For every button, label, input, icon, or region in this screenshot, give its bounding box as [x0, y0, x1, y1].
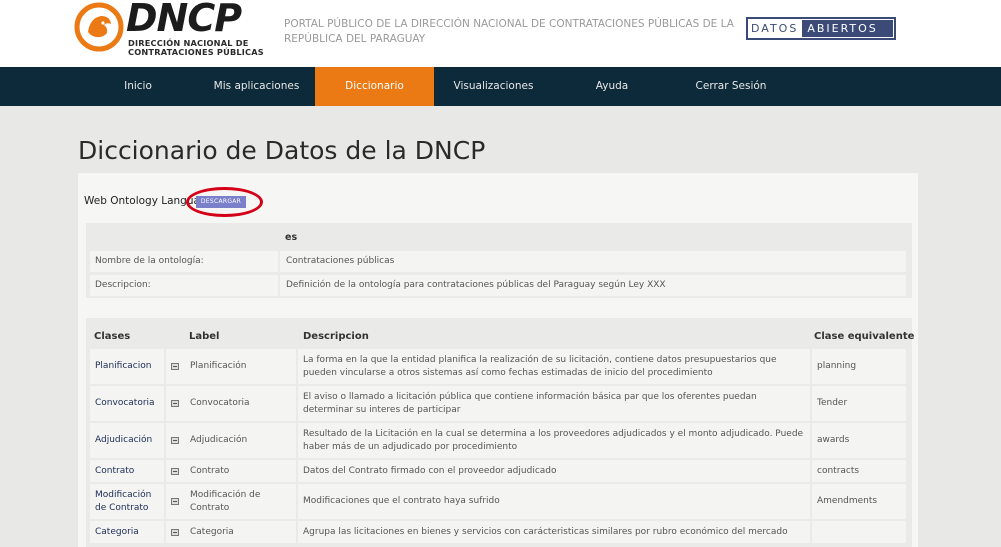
class-description: Agrupa las licitaciones en bienes y serv… — [298, 521, 810, 543]
ontology-description-label: Descripcion: — [90, 275, 278, 296]
badge-left-text: DATOS — [751, 22, 799, 35]
owl-label: Web Ontology Language — [84, 195, 214, 207]
class-equivalent: contracts — [812, 460, 906, 482]
class-icon — [171, 363, 179, 370]
ontology-description-row: Descripcion: Definición de la ontología … — [90, 275, 906, 296]
nav-item-cerrar-sesion[interactable]: Cerrar Sesión — [671, 67, 791, 106]
table-row: Contrato Contrato Datos del Contrato fir… — [90, 460, 906, 482]
class-icon-cell — [166, 460, 186, 482]
ontology-name-value: Contrataciones públicas — [280, 251, 906, 272]
table-row: Planificacion Planificación La forma en … — [90, 349, 906, 384]
table-row: Modificación de Contrato Modificación de… — [90, 484, 906, 519]
class-icon — [171, 400, 179, 407]
class-equivalent: Tender — [812, 386, 906, 421]
class-equivalent: Amendments — [812, 484, 906, 519]
nav-item-mis-aplicaciones[interactable]: Mis aplicaciones — [198, 67, 315, 106]
class-description: Modificaciones que el contrato haya sufr… — [298, 484, 810, 519]
nav-item-visualizaciones[interactable]: Visualizaciones — [434, 67, 553, 106]
class-icon-cell — [166, 484, 186, 519]
class-label: Contrato — [185, 460, 296, 482]
site-header: DNCP DIRECCIÓN NACIONAL DE CONTRATACIONE… — [0, 0, 1001, 67]
logo-subtitle: DIRECCIÓN NACIONAL DE CONTRATACIONES PÚB… — [128, 39, 264, 57]
table-row: Adjudicación Adjudicación Resultado de l… — [90, 423, 906, 458]
class-icon-cell — [166, 386, 186, 421]
class-name[interactable]: Contrato — [90, 460, 164, 482]
main-nav: Inicio Mis aplicaciones Diccionario Visu… — [0, 67, 1001, 106]
datos-abiertos-badge[interactable]: DATOS ABIERTOS — [746, 17, 896, 40]
class-description: La forma en la que la entidad planifica … — [298, 349, 810, 384]
class-icon-cell — [166, 521, 186, 543]
class-label: Adjudicación — [185, 423, 296, 458]
class-name[interactable]: Categoria — [90, 521, 164, 543]
class-name[interactable]: Convocatoria — [90, 386, 164, 421]
page-title: Diccionario de Datos de la DNCP — [78, 136, 486, 165]
class-icon-cell — [166, 349, 186, 384]
logo-wordmark: DNCP — [126, 0, 242, 40]
class-description: Datos del Contrato firmado con el provee… — [298, 460, 810, 482]
table-row: Convocatoria Convocatoria El aviso o lla… — [90, 386, 906, 421]
class-icon — [171, 498, 179, 505]
nav-item-ayuda[interactable]: Ayuda — [553, 67, 671, 106]
class-description: Resultado de la Licitación en la cual se… — [298, 423, 810, 458]
class-icon — [171, 437, 179, 444]
column-header-descripcion: Descripcion — [303, 331, 369, 342]
class-label: Convocatoria — [185, 386, 296, 421]
logo-subtitle-line-2: CONTRATACIONES PÚBLICAS — [128, 47, 264, 57]
ontology-description-value: Definición de la ontología para contrata… — [280, 275, 906, 296]
class-label: Categoria — [185, 521, 296, 543]
table-row: Categoria Categoria Agrupa las licitacio… — [90, 521, 906, 543]
class-description: El aviso o llamado a licitación pública … — [298, 386, 810, 421]
badge-right-text: ABIERTOS — [802, 20, 893, 37]
ontology-name-row: Nombre de la ontología: Contrataciones p… — [90, 251, 906, 272]
ontology-language: es — [285, 232, 298, 243]
nav-item-inicio[interactable]: Inicio — [78, 67, 198, 106]
class-icon — [171, 467, 179, 475]
lion-logo-icon — [74, 2, 124, 52]
class-equivalent: planning — [812, 349, 906, 384]
class-icon-cell — [166, 423, 186, 458]
column-header-clase-equivalente: Clase equivalente — [814, 331, 915, 342]
class-name[interactable]: Adjudicación — [90, 423, 164, 458]
nav-item-diccionario[interactable]: Diccionario — [315, 67, 434, 106]
dncp-logo[interactable]: DNCP DIRECCIÓN NACIONAL DE CONTRATACIONE… — [74, 0, 264, 60]
portal-description: PORTAL PÚBLICO DE LA DIRECCIÓN NACIONAL … — [284, 18, 734, 45]
column-header-clases: Clases — [94, 331, 131, 342]
class-equivalent: awards — [812, 423, 906, 458]
class-equivalent — [812, 521, 906, 543]
class-label: Planificación — [185, 349, 296, 384]
class-name[interactable]: Modificación de Contrato — [90, 484, 164, 519]
column-header-label: Label — [189, 331, 220, 342]
ontology-name-label: Nombre de la ontología: — [90, 251, 278, 272]
class-name[interactable]: Planificacion — [90, 349, 164, 384]
class-icon — [171, 528, 179, 536]
download-button[interactable]: DESCARGAR — [196, 196, 246, 208]
class-label: Modificación de Contrato — [185, 484, 296, 519]
